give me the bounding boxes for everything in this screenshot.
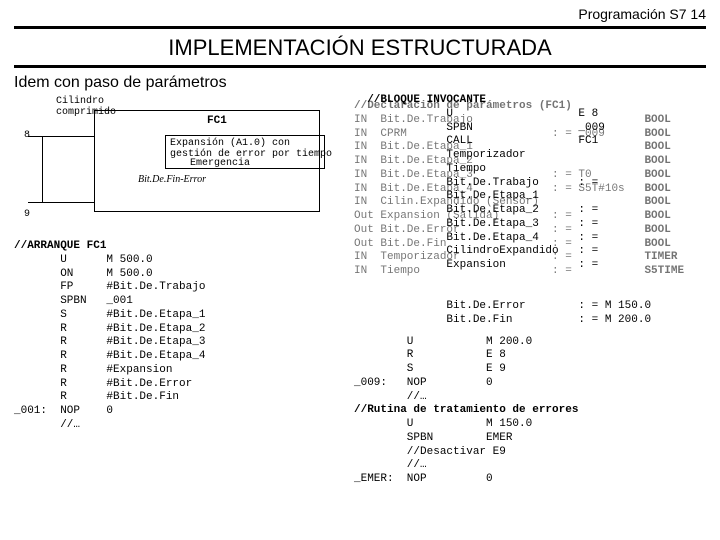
page-header: Programación S7 14 bbox=[14, 4, 706, 26]
code-arranque: //ARRANQUE FC1 U M 500.0 ON M 500.0 FP #… bbox=[14, 240, 344, 433]
code-right-tail: Bit.De.Error : = M 150.0 Bit.De.Fin : = … bbox=[354, 300, 706, 328]
code-invocante: //BLOQUE INVOCANTE U E 8 SPBN _009 CALL … bbox=[354, 94, 605, 273]
out-prefix: Bit.De.Fin-Error bbox=[138, 174, 206, 185]
fc1-block-label: FC1 bbox=[207, 115, 227, 127]
port-in-8: 8 bbox=[24, 130, 30, 141]
fc1-diagram: FC1 Expansión (A1.0) con gestión de erro… bbox=[14, 94, 344, 240]
out-emergencia: Emergencia bbox=[190, 158, 250, 169]
slide-title: IMPLEMENTACIÓN ESTRUCTURADA bbox=[14, 29, 706, 68]
code-error-routine: U M 200.0 R E 8 S E 9 _009: NOP 0 //… //… bbox=[354, 336, 706, 487]
in-top-label: Cilindro comprimido bbox=[56, 96, 116, 118]
slide-subtitle: Idem con paso de parámetros bbox=[14, 68, 706, 94]
port-in-9: 9 bbox=[24, 209, 30, 220]
